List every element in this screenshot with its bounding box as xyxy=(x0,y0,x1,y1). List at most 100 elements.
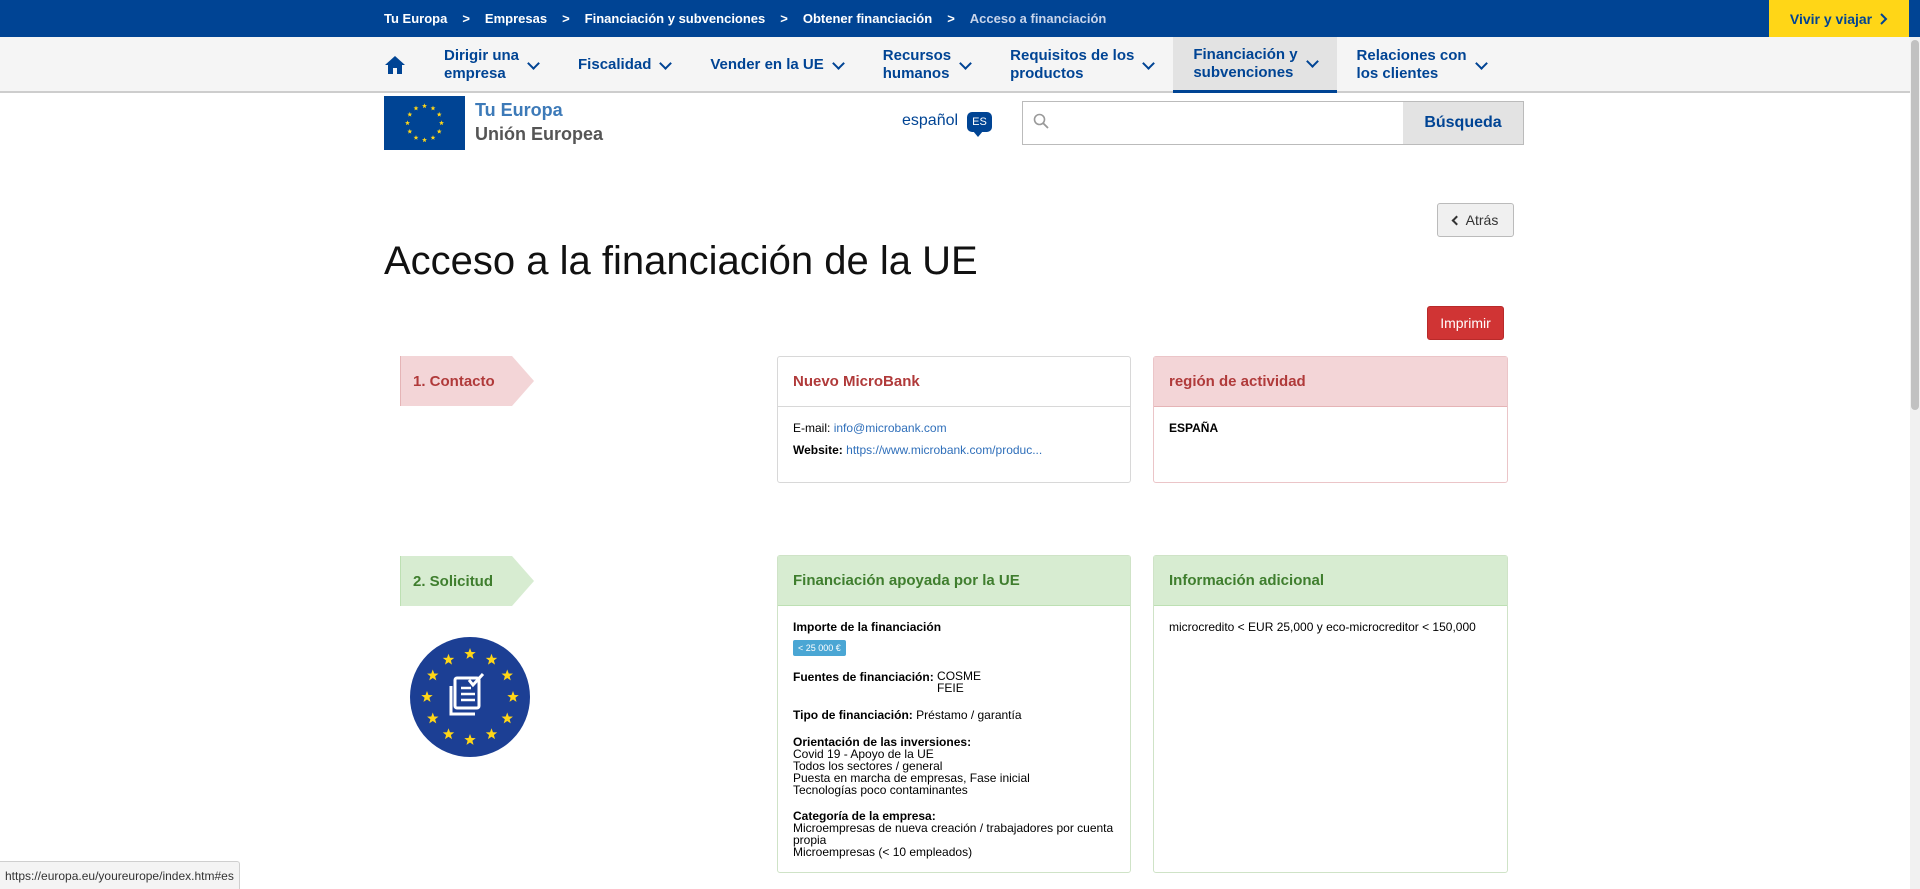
microbank-title: Nuevo MicroBank xyxy=(778,357,1130,407)
sources-row: Fuentes de financiación: COSME FEIE xyxy=(793,670,1115,694)
star-icon xyxy=(430,135,436,140)
application-emblem-icon xyxy=(410,637,530,757)
breadcrumb-separator: > xyxy=(780,11,788,26)
status-bar-url: https://europa.eu/youreurope/index.htm#e… xyxy=(0,861,240,889)
email-row: E-mail: info@microbank.com xyxy=(793,421,1115,435)
nav-item-fiscalidad[interactable]: Fiscalidad xyxy=(558,37,690,93)
star-icon xyxy=(436,111,442,117)
print-button[interactable]: Imprimir xyxy=(1427,306,1504,340)
star-icon xyxy=(430,105,436,111)
nav-label: los clientes xyxy=(1356,65,1439,82)
star-icon xyxy=(413,135,419,140)
back-label: Atrás xyxy=(1465,212,1499,228)
home-icon xyxy=(385,56,405,74)
sources-label: Fuentes de financiación: xyxy=(793,670,934,684)
type-label: Tipo de financiación: xyxy=(793,708,913,722)
nav-label: humanos xyxy=(882,65,950,82)
orientation-item: Tecnologías poco contaminantes xyxy=(793,783,968,797)
nav-label: Financiación y xyxy=(1193,45,1298,63)
amount-badge: < 25 000 € xyxy=(793,640,846,656)
nav-label: Requisitos de los xyxy=(1010,47,1135,64)
amount-label: Importe de la financiación xyxy=(793,620,942,634)
eu-flag-logo[interactable] xyxy=(384,96,465,150)
nav-item-vender[interactable]: Vender en la UE xyxy=(690,37,862,93)
microbank-card: Nuevo MicroBank E-mail: info@microbank.c… xyxy=(777,356,1131,483)
nav-label: productos xyxy=(1010,65,1084,82)
category-item: Microempresas de nueva creación / trabaj… xyxy=(793,821,1114,835)
breadcrumb-separator: > xyxy=(562,11,570,26)
type-value: Préstamo / garantía xyxy=(916,708,1022,722)
breadcrumb: Tu Europa > Empresas > Financiación y su… xyxy=(384,0,1106,37)
chevron-down-icon xyxy=(1142,56,1156,70)
chevron-down-icon xyxy=(959,56,973,70)
chevron-down-icon xyxy=(527,56,540,70)
nav-label: Recursos xyxy=(882,47,952,64)
vivir-y-viajar-button[interactable]: Vivir y viajar xyxy=(1769,0,1909,37)
scrollbar-thumb[interactable] xyxy=(1911,40,1919,410)
nav-item-financiacion[interactable]: Financiación y subvenciones xyxy=(1173,37,1337,93)
home-button[interactable] xyxy=(384,37,424,93)
website-label: Website: xyxy=(793,443,843,457)
category-block: Categoría de la empresa: Microempresas d… xyxy=(793,810,1115,858)
funding-title: Financiación apoyada por la UE xyxy=(778,556,1130,606)
nav-item-relaciones[interactable]: Relaciones con los clientes xyxy=(1337,37,1506,93)
email-label: E-mail: xyxy=(793,421,831,435)
region-card: región de actividad ESPAÑA xyxy=(1153,356,1508,483)
main-nav: Dirigir una empresa Fiscalidad Vender en … xyxy=(0,37,1910,93)
star-icon xyxy=(436,128,442,134)
source-item: FEIE xyxy=(937,681,964,695)
step-application: 2. Solicitud xyxy=(400,556,534,606)
additional-info-title: Información adicional xyxy=(1154,556,1507,606)
chevron-down-icon xyxy=(831,56,845,70)
breadcrumb-item-obtener[interactable]: Obtener financiación xyxy=(803,11,932,26)
chevron-left-icon xyxy=(1451,215,1462,225)
funding-card: Financiación apoyada por la UE Importe d… xyxy=(777,555,1131,873)
eu-stars-icon xyxy=(405,103,444,143)
logo-title[interactable]: Tu Europa xyxy=(475,100,563,121)
chevron-right-icon xyxy=(1880,12,1888,25)
breadcrumb-item-financiacion[interactable]: Financiación y subvenciones xyxy=(585,11,766,26)
star-icon xyxy=(405,120,410,126)
email-link[interactable]: info@microbank.com xyxy=(834,421,947,435)
website-link[interactable]: https://www.microbank.com/produc... xyxy=(846,443,1042,457)
page-title: Acceso a la financiación de la UE xyxy=(384,239,978,283)
orientation-block: Orientación de las inversiones: Covid 19… xyxy=(793,736,1115,796)
page: Tu Europa > Empresas > Financiación y su… xyxy=(0,0,1920,889)
nav-item-recursos[interactable]: Recursos humanos xyxy=(863,37,990,93)
vivir-label: Vivir y viajar xyxy=(1789,10,1873,27)
star-icon xyxy=(407,128,413,134)
language-selector[interactable]: español xyxy=(902,112,958,130)
nav-label: subvenciones xyxy=(1193,63,1294,81)
additional-info-card: Información adicional microcredito < EUR… xyxy=(1153,555,1508,873)
chevron-down-icon xyxy=(1305,55,1319,68)
star-icon xyxy=(422,137,427,143)
chevron-down-icon xyxy=(659,56,673,70)
nav-label: Vender en la UE xyxy=(710,56,824,73)
star-icon xyxy=(407,111,413,117)
type-row: Tipo de financiación: Préstamo / garantí… xyxy=(793,708,1115,722)
breadcrumb-item-tu-europa[interactable]: Tu Europa xyxy=(384,11,447,26)
nav-item-requisitos[interactable]: Requisitos de los productos xyxy=(990,37,1173,93)
category-item: Microempresas (< 10 empleados) xyxy=(793,845,973,859)
back-button[interactable]: Atrás xyxy=(1437,203,1514,237)
breadcrumb-item-empresas[interactable]: Empresas xyxy=(485,11,547,26)
star-icon xyxy=(439,120,444,126)
breadcrumb-separator: > xyxy=(947,11,955,26)
region-value: ESPAÑA xyxy=(1169,421,1219,435)
nav-label: Relaciones con xyxy=(1356,47,1467,64)
breadcrumb-separator: > xyxy=(462,11,470,26)
nav-label: Dirigir una xyxy=(444,47,520,64)
breadcrumb-item-current: Acceso a financiación xyxy=(969,11,1107,26)
logo-subtitle: Unión Europea xyxy=(475,124,604,144)
star-icon xyxy=(422,103,427,109)
search-button[interactable]: Búsqueda xyxy=(1403,101,1524,145)
step-contact: 1. Contacto xyxy=(400,356,534,406)
search-input[interactable] xyxy=(1022,101,1404,145)
chevron-down-icon xyxy=(1474,56,1488,70)
region-title: región de actividad xyxy=(1154,357,1507,407)
search-icon xyxy=(1033,113,1049,129)
website-row: Website: https://www.microbank.com/produ… xyxy=(793,443,1115,457)
language-code-badge[interactable]: ES xyxy=(967,112,992,137)
nav-label: empresa xyxy=(444,65,506,82)
nav-item-dirigir[interactable]: Dirigir una empresa xyxy=(444,37,558,93)
